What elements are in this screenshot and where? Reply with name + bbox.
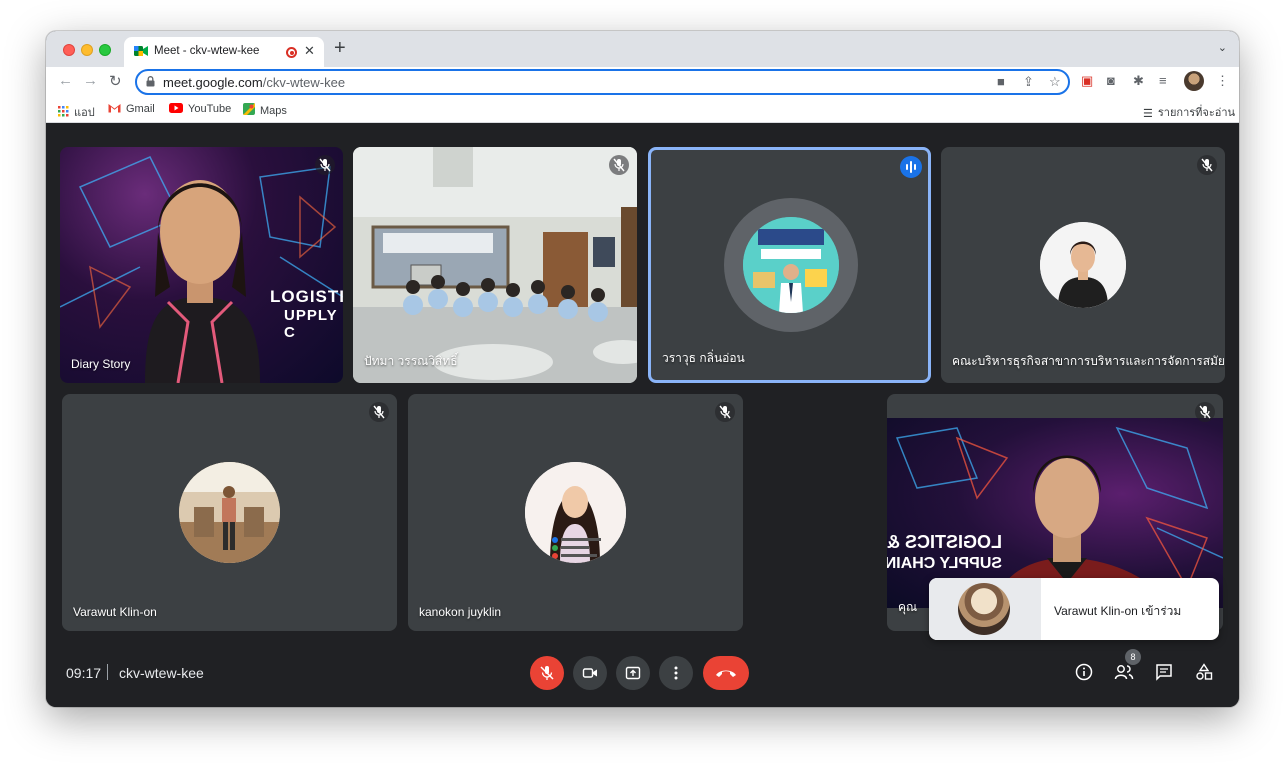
- reading-list-icon: ☰: [1143, 108, 1153, 120]
- mic-toggle-button[interactable]: [530, 656, 564, 690]
- bookmark-gmail-label: Gmail: [126, 103, 155, 115]
- participant-tile-faculty[interactable]: คณะบริหารธุรกิจสาขาการบริหารและการจัดการ…: [941, 147, 1225, 383]
- browser-window: Meet - ckv-wtew-kee ✕ + ⌄ ← → ↻ meet.goo…: [46, 31, 1239, 707]
- tab-title: Meet - ckv-wtew-kee: [154, 45, 260, 57]
- participant-name: Diary Story: [71, 357, 131, 371]
- participant-name: Varawut Klin-on: [73, 605, 157, 619]
- meeting-clock: 09:17: [66, 665, 102, 681]
- muted-mic-icon: [609, 155, 629, 175]
- reading-list[interactable]: ☰ รายการที่จะอ่าน: [1143, 103, 1235, 121]
- mic-off-icon: [540, 666, 554, 680]
- bookmark-youtube-label: YouTube: [188, 103, 232, 115]
- bookmark-youtube[interactable]: YouTube: [169, 103, 231, 115]
- participant-tile-kanokon[interactable]: kanokon juyklin: [408, 394, 743, 631]
- forward-arrow-icon[interactable]: →: [83, 72, 98, 89]
- video-feed-classroom: [353, 147, 637, 383]
- share-icon[interactable]: ⇪: [1023, 74, 1034, 90]
- participant-tile-diary-story[interactable]: LOGISTI UPPLY C Diary Story: [60, 147, 343, 383]
- reading-list-label: รายการที่จะอ่าน: [1157, 107, 1236, 119]
- present-screen-icon: [625, 666, 641, 680]
- tab-close-icon[interactable]: ✕: [304, 43, 315, 59]
- bookmark-gmail[interactable]: Gmail: [108, 103, 155, 115]
- address-bar[interactable]: meet.google.com/ckv-wtew-kee ■ ⇪ ☆: [135, 69, 1070, 95]
- avatar: [1040, 222, 1126, 308]
- activities-icon[interactable]: [1195, 663, 1213, 681]
- reload-icon[interactable]: ↻: [109, 72, 122, 90]
- bookmark-maps[interactable]: Maps: [243, 103, 287, 117]
- media-playlist-icon[interactable]: ≡: [1159, 73, 1167, 88]
- muted-mic-icon: [1197, 155, 1217, 175]
- muted-mic-icon: [1195, 402, 1215, 422]
- browser-toolbar: ← → ↻ meet.google.com/ckv-wtew-kee ■ ⇪ ☆…: [46, 67, 1239, 97]
- muted-mic-icon: [315, 155, 335, 175]
- svg-text:LOGISTICS &: LOGISTICS &: [887, 532, 1002, 552]
- participant-name: คณะบริหารธุรกิจสาขาการบริหารและการจัดการ…: [952, 354, 1225, 368]
- url-text: meet.google.com/ckv-wtew-kee: [163, 75, 345, 90]
- avatar: [179, 462, 280, 563]
- url-host: meet.google.com: [163, 75, 263, 90]
- browser-tab-meet[interactable]: Meet - ckv-wtew-kee ✕: [124, 37, 324, 67]
- youtube-icon: [169, 103, 183, 113]
- participant-name: ปัทมา วรรณวิสิทธิ์: [364, 354, 458, 368]
- lock-icon: [146, 76, 155, 87]
- apps-grid-icon: [58, 106, 69, 117]
- participant-name: วราวุธ กลิ่นอ่อน: [662, 351, 745, 365]
- meet-favicon-icon: [134, 46, 148, 56]
- avatar: [525, 462, 626, 563]
- bookmark-apps-label: แอป: [74, 107, 95, 119]
- meeting-details-info-icon[interactable]: [1075, 663, 1093, 681]
- participant-name: kanokon juyklin: [419, 605, 502, 619]
- extensions-puzzle-icon[interactable]: ✱: [1133, 73, 1144, 89]
- present-screen-button[interactable]: [616, 656, 650, 690]
- leave-call-button[interactable]: [703, 656, 749, 690]
- meet-stage: LOGISTI UPPLY C Diary Story ปัทมา วรรณวิ…: [46, 123, 1239, 707]
- background-logistics-text: LOGISTI: [270, 287, 343, 306]
- toast-text: Varawut Klin-on เข้าร่วม: [1054, 604, 1182, 618]
- more-vert-icon: [674, 666, 678, 680]
- maximize-window-button[interactable]: [99, 44, 111, 56]
- background-supply-text: UPPLY C: [284, 307, 338, 341]
- minimize-window-button[interactable]: [81, 44, 93, 56]
- participant-tile-speaking[interactable]: วราวุธ กลิ่นอ่อน: [648, 147, 931, 383]
- tab-search-chevron-icon[interactable]: ⌄: [1218, 41, 1227, 54]
- back-arrow-icon[interactable]: ←: [58, 72, 73, 89]
- camera-icon: [582, 668, 597, 678]
- muted-mic-icon: [715, 402, 735, 422]
- chat-icon[interactable]: [1155, 663, 1173, 681]
- gmail-icon: [108, 104, 121, 113]
- profile-avatar[interactable]: [1184, 71, 1204, 91]
- participant-tile-classroom[interactable]: ปัทมา วรรณวิสิทธิ์: [353, 147, 637, 383]
- camera-in-use-icon[interactable]: ■: [997, 74, 1005, 89]
- toast-avatar-bg: [929, 578, 1041, 640]
- recording-indicator-icon: [286, 47, 297, 58]
- svg-text:SUPPLY CHAIN: SUPPLY CHAIN: [887, 555, 1002, 572]
- people-icon[interactable]: [1114, 663, 1134, 681]
- camera-toggle-button[interactable]: [573, 656, 607, 690]
- muted-mic-icon: [369, 402, 389, 422]
- bookmark-star-icon[interactable]: ☆: [1049, 74, 1061, 90]
- tab-strip: Meet - ckv-wtew-kee ✕ + ⌄: [46, 31, 1239, 67]
- bookmark-apps[interactable]: แอป: [58, 103, 95, 121]
- close-window-button[interactable]: [63, 44, 75, 56]
- avatar: [743, 217, 839, 313]
- extension-red-icon[interactable]: ▣: [1081, 73, 1093, 89]
- speaking-audio-icon: [900, 156, 922, 178]
- participant-name: คุณ: [898, 600, 918, 614]
- maps-icon: [243, 103, 255, 115]
- bookmark-maps-label: Maps: [260, 105, 287, 117]
- participant-joined-toast[interactable]: Varawut Klin-on เข้าร่วม: [929, 578, 1219, 640]
- new-tab-button[interactable]: +: [334, 38, 346, 58]
- people-count-badge: 8: [1125, 649, 1141, 665]
- bookmarks-bar: แอป Gmail YouTube Maps ☰ รายการที่จะอ่าน: [46, 97, 1239, 123]
- url-path: /ckv-wtew-kee: [262, 75, 346, 90]
- more-options-button[interactable]: [659, 656, 693, 690]
- screenshot-camera-icon[interactable]: ◙: [1107, 73, 1115, 88]
- hang-up-icon: [716, 670, 736, 677]
- video-feed-diary-story: [60, 156, 343, 383]
- participant-tile-varawut[interactable]: Varawut Klin-on: [62, 394, 397, 631]
- divider: [107, 664, 108, 680]
- avatar: [958, 583, 1010, 635]
- meeting-code: ckv-wtew-kee: [119, 665, 204, 681]
- browser-menu-icon[interactable]: ⋮: [1216, 73, 1229, 89]
